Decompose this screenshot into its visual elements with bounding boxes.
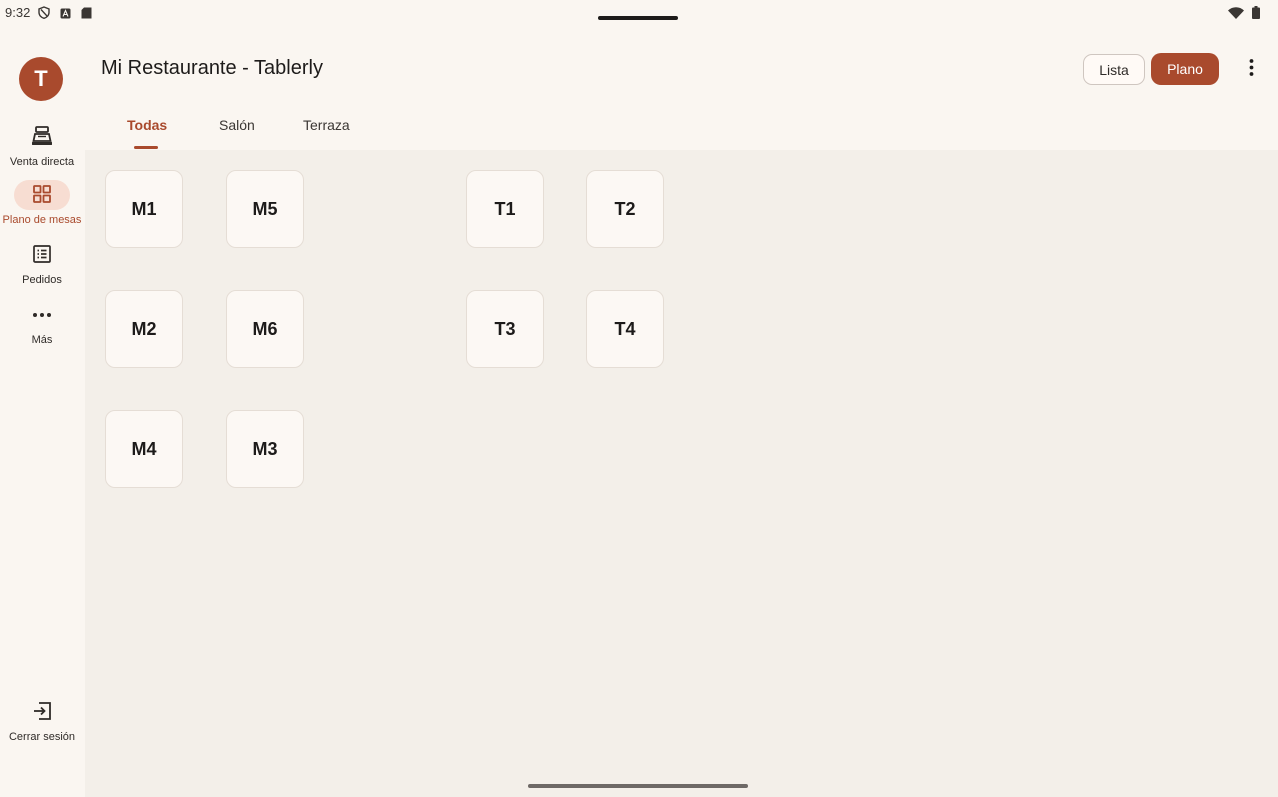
rail-label-venta-directa: Venta directa <box>9 156 75 168</box>
table-card-t4[interactable]: T4 <box>586 290 664 368</box>
rail-item-plano-de-mesas[interactable]: Plano de mesas <box>0 180 84 226</box>
table-card-m5[interactable]: M5 <box>226 170 304 248</box>
avatar[interactable]: T <box>19 57 63 101</box>
rail-label-mas: Más <box>31 334 53 346</box>
tab-salon[interactable]: Salón <box>219 117 255 133</box>
table-card-m4[interactable]: M4 <box>105 410 183 488</box>
tab-indicator <box>134 146 158 149</box>
rail-item-venta-directa[interactable]: Venta directa <box>0 122 84 168</box>
gesture-home-bar[interactable] <box>528 784 748 788</box>
floor-plan-canvas: M1 M5 M2 M6 M4 M3 T1 T2 T3 T4 <box>85 150 1278 797</box>
plan-view-button[interactable]: Plano <box>1151 53 1219 85</box>
status-bar: 9:32 <box>0 0 1278 26</box>
navigation-rail: T Venta directa Plano de mesas Pedidos M… <box>0 26 84 797</box>
page-title: Mi Restaurante - Tablerly <box>101 57 323 79</box>
zone-tabs: Todas Salón Terraza <box>84 104 1278 150</box>
table-card-m2[interactable]: M2 <box>105 290 183 368</box>
rail-label-plano-de-mesas: Plano de mesas <box>2 214 82 226</box>
font-icon <box>60 6 71 24</box>
sd-card-icon <box>81 6 92 24</box>
more-vertical-icon <box>1249 59 1254 81</box>
top-handle-bar <box>598 16 678 20</box>
table-card-m1[interactable]: M1 <box>105 170 183 248</box>
table-card-m3[interactable]: M3 <box>226 410 304 488</box>
list-icon <box>33 244 51 266</box>
status-time: 9:32 <box>5 5 31 20</box>
logout-label: Cerrar sesión <box>8 731 76 743</box>
rail-item-mas[interactable]: Más <box>0 300 84 346</box>
table-card-t2[interactable]: T2 <box>586 170 664 248</box>
avatar-letter: T <box>34 66 48 91</box>
battery-icon <box>1252 6 1260 24</box>
logout-button[interactable]: Cerrar sesión <box>0 697 84 743</box>
logout-icon <box>32 701 52 724</box>
cash-register-icon <box>31 125 53 149</box>
tab-todas[interactable]: Todas <box>127 117 167 133</box>
more-horizontal-icon <box>32 309 52 321</box>
grid-icon <box>32 184 52 207</box>
rail-item-pedidos[interactable]: Pedidos <box>0 240 84 286</box>
shield-icon <box>38 6 50 24</box>
list-view-button[interactable]: Lista <box>1083 54 1145 85</box>
table-card-m6[interactable]: M6 <box>226 290 304 368</box>
table-card-t1[interactable]: T1 <box>466 170 544 248</box>
rail-label-pedidos: Pedidos <box>22 274 62 286</box>
table-card-t3[interactable]: T3 <box>466 290 544 368</box>
overflow-menu-button[interactable] <box>1240 57 1262 83</box>
tab-terraza[interactable]: Terraza <box>303 117 350 133</box>
wifi-icon <box>1228 6 1244 24</box>
